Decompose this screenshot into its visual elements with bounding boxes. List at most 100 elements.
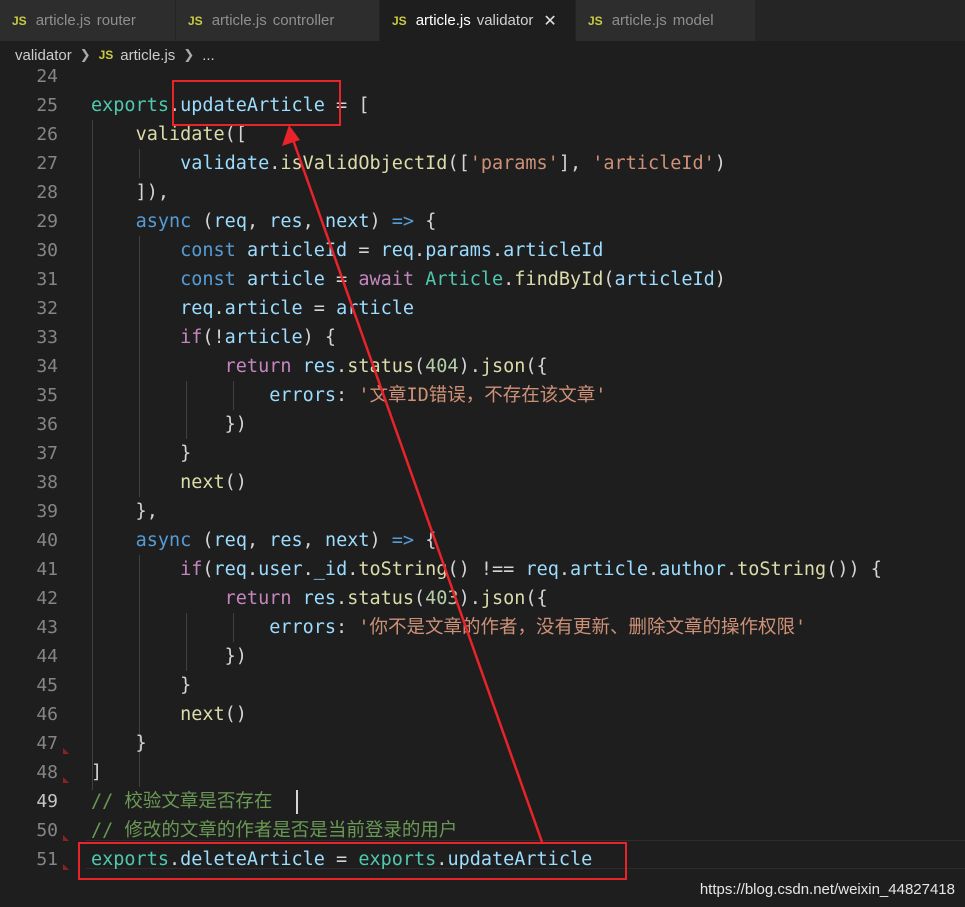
tab-article-controller[interactable]: JS article.js controller [176, 0, 380, 41]
text-cursor [296, 790, 298, 814]
line-number: 24 [36, 66, 58, 87]
code-text: req.article = article [180, 298, 415, 319]
code-line: 38 next() [0, 468, 965, 497]
code-line: 29 async (req, res, next) => { [0, 207, 965, 236]
code-line: 45 } [0, 671, 965, 700]
code-line: 47 } [0, 729, 965, 758]
tab-article-model[interactable]: JS article.js model [576, 0, 756, 41]
line-number: 47 [36, 733, 58, 754]
code-text: const article = await Article.findById(a… [180, 269, 726, 290]
js-file-icon: JS [588, 13, 603, 28]
line-number: 42 [36, 588, 58, 609]
js-file-icon: JS [12, 13, 27, 28]
code-editor[interactable]: 24 25 exports.updateArticle = [ 26 valid… [0, 62, 965, 907]
code-line: 35 errors: '文章ID错误，不存在该文章' [0, 381, 965, 410]
line-number: 35 [36, 385, 58, 406]
line-number: 39 [36, 501, 58, 522]
code-line: 43 errors: '你不是文章的作者，没有更新、删除文章的操作权限' [0, 613, 965, 642]
code-line: 37 } [0, 439, 965, 468]
code-text: return res.status(403).json({ [224, 588, 548, 609]
code-text: next() [180, 704, 247, 725]
code-text: if(req.user._id.toString() !== req.artic… [180, 559, 882, 580]
line-number: 46 [36, 704, 58, 725]
code-text: next() [180, 472, 247, 493]
line-number: 36 [36, 414, 58, 435]
breadcrumb-file[interactable]: article.js [120, 47, 175, 64]
line-number: 27 [36, 153, 58, 174]
code-line-current: 49 // 校验文章是否存在 [0, 787, 965, 816]
code-text: return res.status(404).json({ [224, 356, 548, 377]
code-line: 42 return res.status(403).json({ [0, 584, 965, 613]
code-text: validate.isValidObjectId(['params'], 'ar… [180, 153, 726, 174]
code-text: if(!article) { [180, 327, 337, 348]
breadcrumb-folder[interactable]: validator [15, 47, 72, 64]
line-number: 25 [36, 95, 58, 116]
code-line: 28 ]), [0, 178, 965, 207]
code-text: // 修改的文章的作者是否是当前登录的用户 [91, 820, 458, 841]
tab-description: model [672, 12, 714, 29]
line-number: 40 [36, 530, 58, 551]
line-number: 32 [36, 298, 58, 319]
code-text: }) [91, 414, 247, 435]
line-number: 34 [36, 356, 58, 377]
code-line: 40 async (req, res, next) => { [0, 526, 965, 555]
line-number: 44 [36, 646, 58, 667]
tab-description: validator [476, 12, 534, 29]
code-line: 39 }, [0, 497, 965, 526]
code-text: async (req, res, next) => { [135, 211, 437, 232]
line-number: 28 [36, 182, 58, 203]
close-icon[interactable]: ✕ [543, 11, 556, 30]
js-file-icon: JS [98, 48, 114, 62]
code-text: // 校验文章是否存在 [91, 791, 273, 812]
code-line: 50 // 修改的文章的作者是否是当前登录的用户 [0, 816, 965, 845]
code-line: 30 const articleId = req.params.articleI… [0, 236, 965, 265]
code-line: 48 ] [0, 758, 965, 787]
line-number: 26 [36, 124, 58, 145]
code-text: ]), [91, 182, 169, 203]
code-text: ] [91, 762, 103, 783]
annotation-box-delete-article [78, 842, 627, 880]
chevron-right-icon: ❯ [79, 47, 91, 63]
code-line: 27 validate.isValidObjectId(['params'], … [0, 149, 965, 178]
tab-label: article.js [611, 12, 667, 29]
breadcrumb-symbol[interactable]: ... [202, 47, 215, 64]
code-line: 33 if(!article) { [0, 323, 965, 352]
line-number: 45 [36, 675, 58, 696]
code-line: 32 req.article = article [0, 294, 965, 323]
js-file-icon: JS [392, 13, 407, 28]
code-line: 24 [0, 62, 965, 91]
code-text: errors: '文章ID错误，不存在该文章' [269, 385, 607, 406]
code-text: const articleId = req.params.articleId [180, 240, 604, 261]
line-number: 43 [36, 617, 58, 638]
line-number: 49 [36, 791, 58, 812]
line-number: 38 [36, 472, 58, 493]
tab-label: article.js [35, 12, 91, 29]
tab-label: article.js [415, 12, 471, 29]
editor-tab-bar: JS article.js router JS article.js contr… [0, 0, 965, 41]
code-line: 44 }) [0, 642, 965, 671]
tab-article-validator[interactable]: JS article.js validator ✕ [380, 0, 576, 41]
line-number: 48 [36, 762, 58, 783]
code-line: 46 next() [0, 700, 965, 729]
tab-article-router[interactable]: JS article.js router [0, 0, 176, 41]
code-text: }) [91, 646, 247, 667]
tab-description: controller [272, 12, 335, 29]
line-number: 37 [36, 443, 58, 464]
code-text: }, [91, 501, 158, 522]
chevron-right-icon: ❯ [183, 47, 195, 63]
code-line: 36 }) [0, 410, 965, 439]
tab-label: article.js [211, 12, 267, 29]
line-number: 31 [36, 269, 58, 290]
tab-description: router [96, 12, 136, 29]
line-number: 30 [36, 240, 58, 261]
code-line: 34 return res.status(404).json({ [0, 352, 965, 381]
watermark: https://blog.csdn.net/weixin_44827418 [699, 881, 955, 898]
code-text: async (req, res, next) => { [135, 530, 437, 551]
line-number: 51 [36, 849, 58, 870]
code-text: } [91, 443, 192, 464]
code-text: errors: '你不是文章的作者，没有更新、删除文章的操作权限' [269, 617, 807, 638]
code-line: 26 validate([ [0, 120, 965, 149]
js-file-icon: JS [188, 13, 203, 28]
line-number: 41 [36, 559, 58, 580]
code-line: 31 const article = await Article.findByI… [0, 265, 965, 294]
